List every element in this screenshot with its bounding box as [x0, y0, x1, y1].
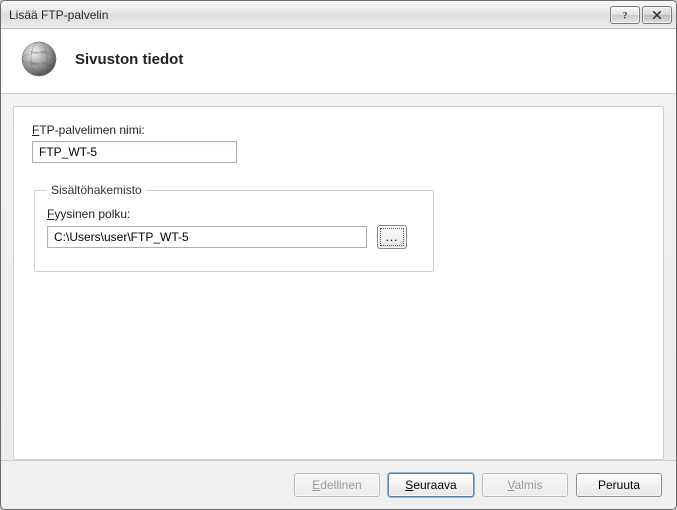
- wizard-header: Sivuston tiedot: [1, 29, 676, 94]
- page-heading: Sivuston tiedot: [75, 51, 183, 68]
- close-icon: [651, 10, 663, 20]
- previous-button: Edellinen: [294, 473, 380, 497]
- window-title: Lisää FTP-palvelin: [9, 8, 610, 22]
- help-icon: ?: [619, 10, 631, 20]
- globe-icon: [19, 39, 59, 79]
- physical-path-input[interactable]: [47, 226, 367, 248]
- site-name-input[interactable]: [32, 141, 237, 163]
- titlebar-controls: ?: [610, 6, 674, 24]
- content-directory-legend: Sisältöhakemisto: [47, 183, 146, 197]
- close-button[interactable]: [642, 6, 672, 24]
- wizard-window: Lisää FTP-palvelin ?: [0, 0, 677, 510]
- previous-text: dellinen: [320, 478, 361, 492]
- site-name-label-text: TP-palvelimen nimi:: [39, 123, 144, 137]
- wizard-footer: Edellinen Seuraava Valmis Peruuta: [1, 460, 676, 509]
- content-wrap: FTP-palvelimen nimi: Sisältöhakemisto Fy…: [1, 94, 676, 460]
- content-panel: FTP-palvelimen nimi: Sisältöhakemisto Fy…: [13, 106, 664, 460]
- svg-text:?: ?: [623, 10, 628, 20]
- content-directory-group: Sisältöhakemisto Fyysinen polku: ...: [34, 183, 434, 272]
- titlebar: Lisää FTP-palvelin ?: [1, 1, 676, 29]
- cancel-button[interactable]: Peruuta: [576, 473, 662, 497]
- next-text: euraava: [413, 478, 456, 492]
- site-name-label: FTP-palvelimen nimi:: [32, 123, 645, 137]
- physical-path-label: Fyysinen polku:: [47, 207, 421, 221]
- finish-button: Valmis: [482, 473, 568, 497]
- browse-button[interactable]: ...: [377, 225, 407, 249]
- physical-path-label-text: yysinen polku:: [54, 207, 130, 221]
- finish-text: almis: [515, 478, 543, 492]
- next-button[interactable]: Seuraava: [388, 473, 474, 497]
- help-button[interactable]: ?: [610, 6, 640, 24]
- finish-accel: V: [507, 478, 514, 492]
- physical-path-row: ...: [47, 225, 421, 249]
